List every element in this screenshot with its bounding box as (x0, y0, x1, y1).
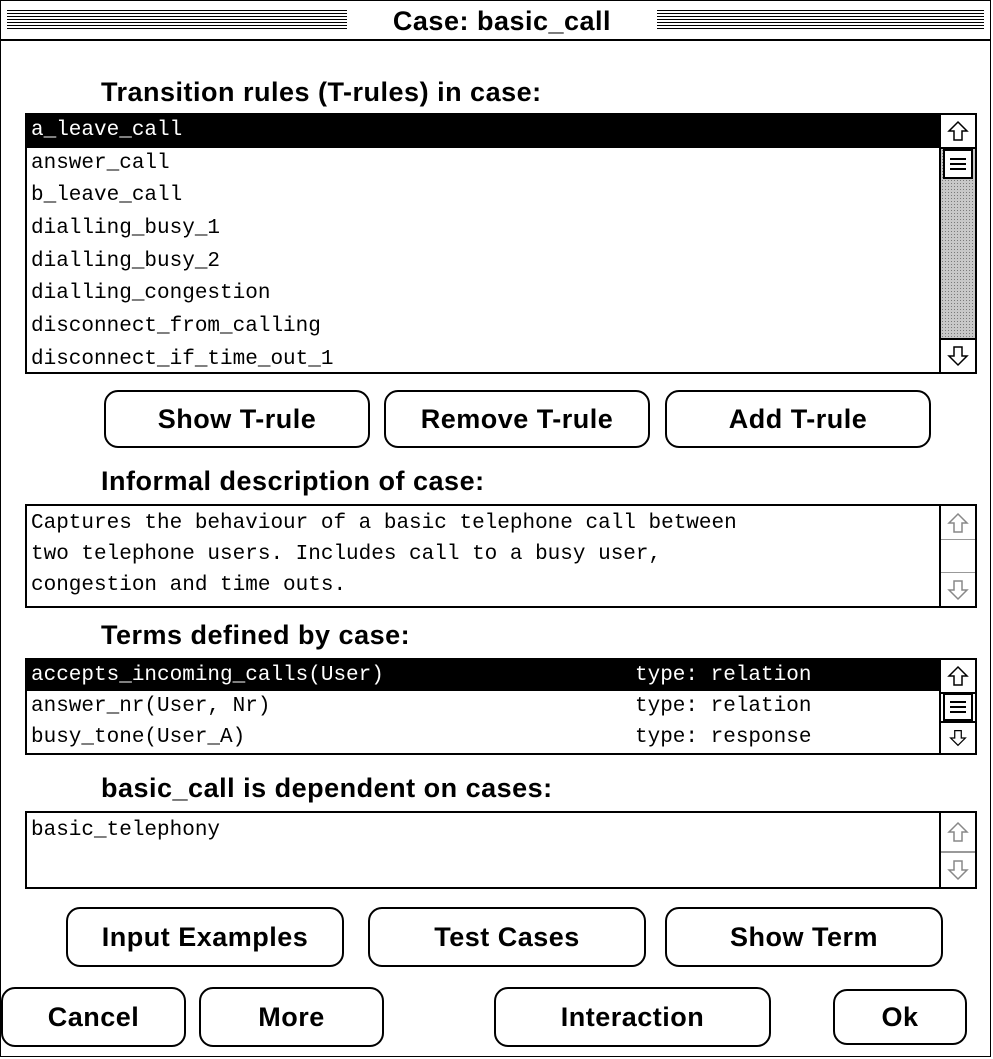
case-window: Case: basic_call Transition rules (T-rul… (0, 0, 991, 1057)
trule-list-item[interactable]: answer_call (27, 148, 939, 181)
trule-list-item[interactable]: b_leave_call (27, 180, 939, 213)
scroll-down-button[interactable] (941, 852, 975, 887)
scroll-down-button[interactable] (941, 721, 975, 753)
down-arrow-icon (947, 579, 969, 600)
term-name: accepts_incoming_calls(User) (31, 664, 384, 687)
dependencies-label: basic_call is dependent on cases: (101, 773, 553, 803)
up-arrow-icon (947, 821, 969, 842)
trule-list-item[interactable]: dialling_busy_1 (27, 213, 939, 246)
scroll-up-button[interactable] (941, 115, 975, 149)
show-term-button[interactable]: Show Term (665, 907, 943, 967)
scroll-down-button[interactable] (941, 572, 975, 606)
title-bar-stripes-left (7, 10, 347, 30)
term-type: type: response (635, 726, 812, 749)
show-trule-button[interactable]: Show T-rule (104, 390, 370, 448)
title-bar-stripes-right (654, 10, 984, 30)
trule-list-item[interactable]: disconnect_if_time_out_1 (27, 344, 939, 372)
down-arrow-icon (947, 346, 969, 367)
ok-button[interactable]: Ok (833, 989, 967, 1045)
remove-trule-button[interactable]: Remove T-rule (384, 390, 650, 448)
trules-scrollbar[interactable] (939, 115, 975, 372)
trules-list-rows: a_leave_call answer_call b_leave_call diall… (27, 115, 939, 372)
term-name: busy_tone(User_A) (31, 726, 246, 749)
trules-label: Transition rules (T-rules) in case: (101, 77, 542, 107)
trule-list-item[interactable]: disconnect_from_calling (27, 311, 939, 344)
test-cases-button[interactable]: Test Cases (368, 907, 646, 967)
term-list-item[interactable]: answer_nr(User, Nr) type: relation (27, 691, 939, 722)
trule-list-item[interactable]: a_leave_call (27, 115, 939, 148)
down-arrow-icon (947, 860, 969, 881)
terms-scrollbar[interactable] (939, 660, 975, 753)
scroll-thumb[interactable] (943, 149, 973, 179)
scroll-down-button[interactable] (941, 338, 975, 372)
scroll-thumb[interactable] (943, 693, 973, 721)
up-arrow-icon (947, 512, 969, 533)
terms-list-rows: accepts_incoming_calls(User) type: relati… (27, 660, 939, 753)
term-list-item[interactable]: accepts_incoming_calls(User) type: relati… (27, 660, 939, 691)
description-label: Informal description of case: (101, 466, 485, 496)
dependencies-scrollbar[interactable] (939, 813, 975, 887)
trule-list-item[interactable]: dialling_busy_2 (27, 246, 939, 279)
description-text[interactable]: Captures the behaviour of a basic teleph… (27, 506, 939, 606)
term-type: type: relation (635, 664, 812, 687)
scroll-track (941, 540, 975, 572)
scroll-up-button[interactable] (941, 813, 975, 852)
terms-list[interactable]: accepts_incoming_calls(User) type: relati… (25, 658, 977, 755)
title-bar[interactable]: Case: basic_call (1, 1, 990, 41)
input-examples-button[interactable]: Input Examples (66, 907, 344, 967)
term-type: type: relation (635, 695, 812, 718)
description-box[interactable]: Captures the behaviour of a basic teleph… (25, 504, 977, 608)
up-arrow-icon (947, 120, 969, 141)
add-trule-button[interactable]: Add T-rule (665, 390, 931, 448)
dependencies-box[interactable]: basic_telephony (25, 811, 977, 889)
scroll-up-button[interactable] (941, 506, 975, 540)
dependencies-text[interactable]: basic_telephony (27, 813, 939, 887)
terms-label: Terms defined by case: (101, 620, 411, 650)
term-name: answer_nr(User, Nr) (31, 695, 271, 718)
trules-list[interactable]: a_leave_call answer_call b_leave_call diall… (25, 113, 977, 374)
trule-list-item[interactable]: dialling_congestion (27, 278, 939, 311)
scroll-up-button[interactable] (941, 660, 975, 694)
term-list-item[interactable]: busy_tone(User_A) type: response (27, 722, 939, 753)
interaction-button[interactable]: Interaction (494, 987, 771, 1047)
up-arrow-icon (947, 665, 969, 686)
down-arrow-icon (949, 730, 967, 747)
window-title: Case: basic_call (347, 4, 657, 38)
description-scrollbar[interactable] (939, 506, 975, 606)
scroll-thumb-grip-icon (950, 701, 966, 703)
scroll-thumb-grip-icon (950, 158, 966, 160)
cancel-button[interactable]: Cancel (1, 987, 186, 1047)
more-button[interactable]: More (199, 987, 384, 1047)
